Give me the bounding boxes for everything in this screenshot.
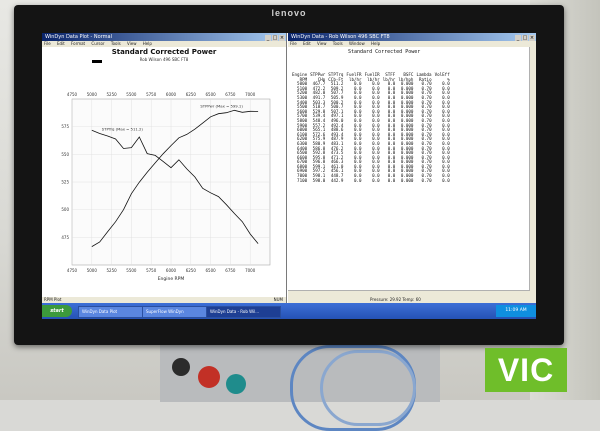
table-cell: 598.0 — [312, 177, 326, 183]
menu-item[interactable]: Help — [143, 41, 152, 46]
x-tick-label: 5250 — [107, 268, 118, 273]
table-cell: 7100 — [297, 177, 308, 183]
y-tick-label: 500 — [61, 207, 69, 212]
menu-item[interactable]: Help — [371, 41, 380, 46]
table-row: 7100 598.0 442.9 0.0 0.0 0.0 0.000 0.70 0.0 — [292, 177, 453, 184]
data-window-titlebar[interactable]: WinDyn Data - Rob Wilson 496 SBC FT8 _ □ × — [288, 33, 536, 41]
menu-item[interactable]: Window — [349, 41, 365, 46]
monitor: lenovo WinDyn Data Plot - Normal _ □ × Fil… — [14, 5, 564, 345]
table-cell: 0.0 — [442, 177, 450, 183]
table-cell: 0.0 — [387, 177, 396, 183]
x-axis-label: Engine RPM — [158, 276, 185, 282]
window-controls: _ □ × — [264, 34, 285, 41]
x-tick-label: 6250 — [186, 268, 197, 273]
taskbar-item[interactable]: SuperFlow WinDyn — [142, 306, 207, 318]
menu-item[interactable]: File — [44, 41, 51, 46]
x-tick-label: 4750 — [67, 268, 78, 273]
clock: 11:09 AM — [505, 308, 527, 313]
vertical-scrollbar[interactable] — [529, 47, 536, 297]
series-label: STPPwr (Max = 599.1) — [200, 103, 243, 108]
x-tick-label-top: 6750 — [225, 92, 236, 97]
menu-item[interactable]: Tools — [111, 41, 121, 46]
teal-knob — [226, 374, 246, 394]
maximize-icon[interactable]: □ — [272, 35, 278, 41]
x-tick-label-top: 5750 — [146, 92, 157, 97]
y-tick-label: 550 — [61, 152, 69, 157]
menu-item[interactable]: Edit — [57, 41, 65, 46]
data-menubar: File Edit View Tools Window Help — [288, 41, 536, 47]
menu-item[interactable]: View — [317, 41, 327, 46]
report-title: Standard Corrected Power — [348, 49, 421, 55]
x-tick-label: 6500 — [206, 268, 217, 273]
monitor-brand: lenovo — [271, 8, 307, 18]
red-knob — [198, 366, 220, 388]
x-tick-label: 6750 — [225, 268, 236, 273]
window-controls: _ □ × — [514, 34, 535, 41]
system-tray: 11:09 AM — [496, 305, 536, 317]
x-tick-label: 6000 — [166, 268, 177, 273]
taskbar-item-active[interactable]: WinDyn Data - Rob Wil... — [206, 306, 281, 318]
vic-badge: VIC — [485, 348, 567, 392]
menu-item[interactable]: Format — [71, 41, 85, 46]
cable-bundle — [320, 350, 416, 426]
y-tick-label: 525 — [61, 180, 69, 185]
plot-status-text: RPM Plot — [44, 297, 62, 302]
data-status-text: Pressure: 29.92 Temp: 60 — [370, 297, 421, 302]
menu-item[interactable]: Cursor — [91, 41, 104, 46]
plot-window-titlebar[interactable]: WinDyn Data Plot - Normal _ □ × — [42, 33, 286, 41]
x-tick-label-top: 7000 — [245, 92, 256, 97]
x-tick-label-top: 6250 — [186, 92, 197, 97]
x-tick-label: 5000 — [87, 268, 98, 273]
x-tick-label-top: 4750 — [67, 92, 78, 97]
x-tick-label-top: 5500 — [126, 92, 137, 97]
control-knob — [172, 358, 190, 376]
menu-item[interactable]: Tools — [333, 41, 343, 46]
table-cell: 0.0 — [372, 177, 380, 183]
plot-window[interactable]: WinDyn Data Plot - Normal _ □ × File Edit … — [42, 33, 287, 303]
table-cell: 0.70 — [421, 177, 432, 183]
close-icon[interactable]: × — [529, 35, 535, 41]
x-tick-label-top: 5000 — [87, 92, 98, 97]
table-cell: 0.000 — [400, 177, 414, 183]
x-tick-label: 5500 — [126, 268, 137, 273]
menu-item[interactable]: Edit — [303, 41, 311, 46]
menu-item[interactable]: View — [127, 41, 137, 46]
plot-window-title: WinDyn Data Plot - Normal — [45, 34, 112, 40]
minimize-icon[interactable]: _ — [265, 35, 271, 41]
data-window-title: WinDyn Data - Rob Wilson 496 SBC FT8 — [291, 34, 390, 40]
close-icon[interactable]: × — [279, 35, 285, 41]
horizontal-scrollbar[interactable] — [288, 290, 530, 297]
x-tick-label-top: 5250 — [107, 92, 118, 97]
x-tick-label-top: 6000 — [166, 92, 177, 97]
menu-item[interactable]: File — [290, 41, 297, 46]
data-table: Engine STPPwr STPTrq FuelFR FuelIR STFF BSFC La… — [292, 72, 453, 184]
series-label: STPTrq (Max = 511.2) — [102, 127, 144, 132]
x-tick-label: 5750 — [146, 268, 157, 273]
taskbar: start WinDyn Data Plot SuperFlow WinDyn … — [42, 303, 536, 319]
x-tick-label-top: 6500 — [206, 92, 217, 97]
y-tick-label: 575 — [61, 124, 69, 129]
screen: WinDyn Data Plot - Normal _ □ × File Edit … — [42, 33, 536, 319]
table-cell: 442.9 — [330, 177, 344, 183]
y-tick-label: 475 — [61, 235, 69, 240]
maximize-icon[interactable]: □ — [522, 35, 528, 41]
taskbar-item[interactable]: WinDyn Data Plot — [78, 306, 143, 318]
data-window[interactable]: WinDyn Data - Rob Wilson 496 SBC FT8 _ □ ×… — [288, 33, 536, 303]
plot-menubar: File Edit Format Cursor Tools View Help — [42, 41, 286, 47]
dyno-chart[interactable]: 4750 4750 5000 5000 5250 5250 5500 5500 5750 5750… — [42, 57, 286, 297]
minimize-icon[interactable]: _ — [515, 35, 521, 41]
x-tick-label: 7000 — [245, 268, 256, 273]
start-button[interactable]: start — [42, 305, 72, 317]
table-cell: 0.0 — [353, 177, 362, 183]
chart-title: Standard Corrected Power — [111, 48, 217, 56]
